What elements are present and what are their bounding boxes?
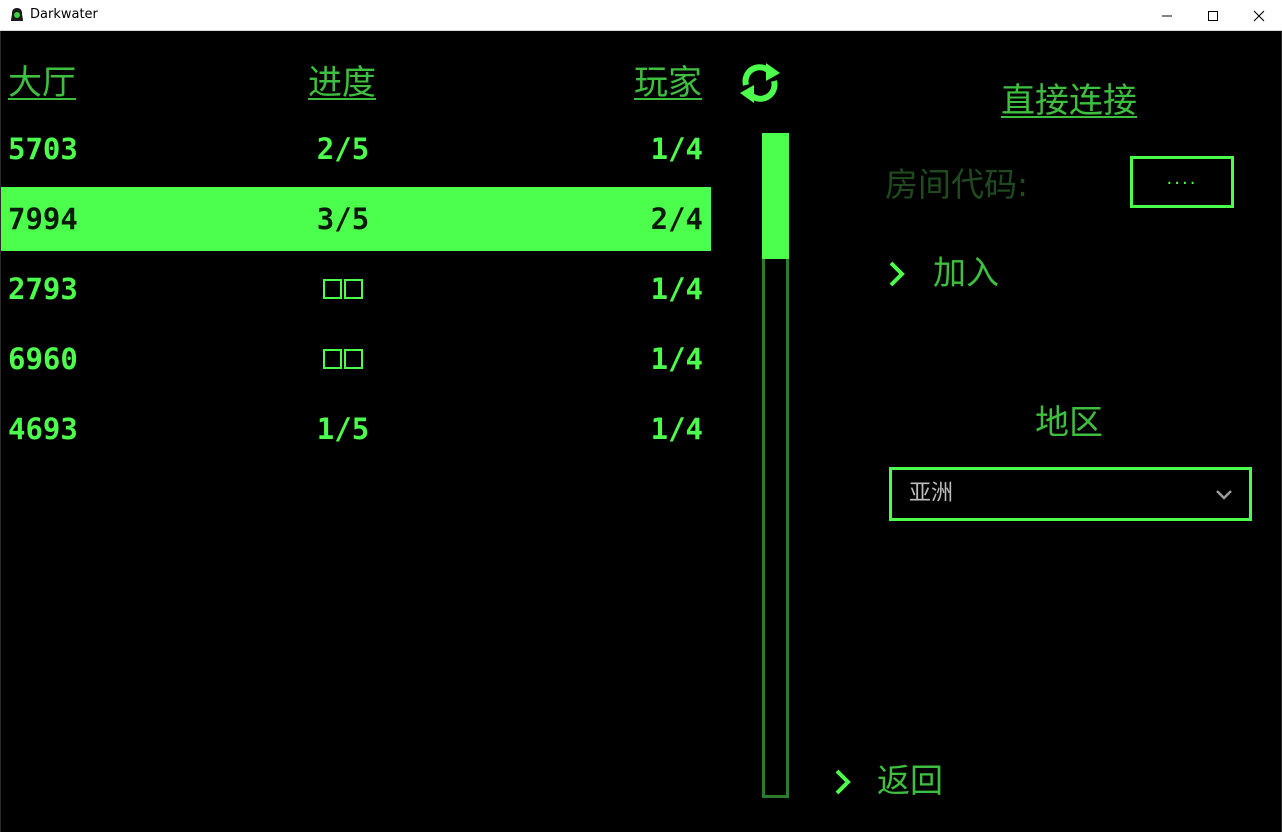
title-bar: Darkwater xyxy=(0,0,1282,31)
chevron-down-icon xyxy=(1216,490,1232,500)
lobby-players: 1/4 xyxy=(650,132,703,166)
window-title: Darkwater xyxy=(30,7,98,22)
table-row[interactable]: 6960 1/4 xyxy=(1,327,711,391)
app-window: Darkwater 大厅 进度 玩家 5703 2/5 1/4 7994 3/5 2/4 2… xyxy=(0,0,1282,832)
missing-glyph-box xyxy=(344,279,363,299)
lobby-id: 2793 xyxy=(8,272,78,306)
table-row[interactable]: 4693 1/5 1/4 xyxy=(1,397,711,461)
close-button[interactable] xyxy=(1236,0,1282,31)
missing-glyph-box xyxy=(344,349,363,369)
region-dropdown[interactable]: 亚洲 xyxy=(889,467,1252,521)
region-label: 地区 xyxy=(1035,403,1103,443)
lobby-progress: 3/5 xyxy=(316,202,370,236)
missing-glyph-box xyxy=(323,349,342,369)
refresh-button[interactable] xyxy=(736,59,784,107)
refresh-icon xyxy=(740,63,780,103)
close-icon xyxy=(1253,10,1265,22)
missing-glyph-box xyxy=(323,279,342,299)
lobby-progress: 1/5 xyxy=(316,412,370,446)
lobby-progress xyxy=(301,257,385,321)
lobby-progress: 2/5 xyxy=(316,132,370,166)
chevron-right-icon xyxy=(835,769,851,795)
back-label: 返回 xyxy=(877,761,943,800)
table-row[interactable]: 5703 2/5 1/4 xyxy=(1,117,711,181)
region-selected-value: 亚洲 xyxy=(909,481,954,506)
table-row[interactable]: 7994 3/5 2/4 xyxy=(1,187,711,251)
lobby-players: 1/4 xyxy=(650,412,703,446)
minimize-icon xyxy=(1162,15,1172,17)
lobby-players: 1/4 xyxy=(650,342,703,376)
lobby-id: 5703 xyxy=(8,132,78,166)
maximize-icon xyxy=(1208,11,1218,21)
join-label: 加入 xyxy=(933,253,999,292)
lobby-id: 6960 xyxy=(8,342,78,376)
lobby-progress xyxy=(301,327,385,391)
chevron-right-icon xyxy=(889,261,905,287)
maximize-button[interactable] xyxy=(1190,0,1236,31)
scrollbar-thumb[interactable] xyxy=(762,133,789,259)
room-code-input[interactable]: .... xyxy=(1130,156,1234,208)
lobby-players: 2/4 xyxy=(650,202,703,236)
lobby-list-scrollbar[interactable] xyxy=(762,133,789,798)
players-column-header[interactable]: 玩家 xyxy=(634,61,702,105)
app-icon xyxy=(10,7,24,23)
room-code-label: 房间代码: xyxy=(885,165,1029,204)
lobby-column-header[interactable]: 大厅 xyxy=(8,61,76,105)
minimize-button[interactable] xyxy=(1144,0,1190,31)
direct-connect-title: 直接连接 xyxy=(1001,81,1137,121)
game-screen: 大厅 进度 玩家 5703 2/5 1/4 7994 3/5 2/4 2793 1/4 6960… xyxy=(0,31,1282,832)
lobby-id: 7994 xyxy=(8,202,78,236)
lobby-players: 1/4 xyxy=(650,272,703,306)
lobby-list: 5703 2/5 1/4 7994 3/5 2/4 2793 1/4 6960 1/4 4693 1/… xyxy=(1,115,713,475)
table-row[interactable]: 2793 1/4 xyxy=(1,257,711,321)
progress-column-header[interactable]: 进度 xyxy=(308,61,376,105)
lobby-id: 4693 xyxy=(8,412,78,446)
